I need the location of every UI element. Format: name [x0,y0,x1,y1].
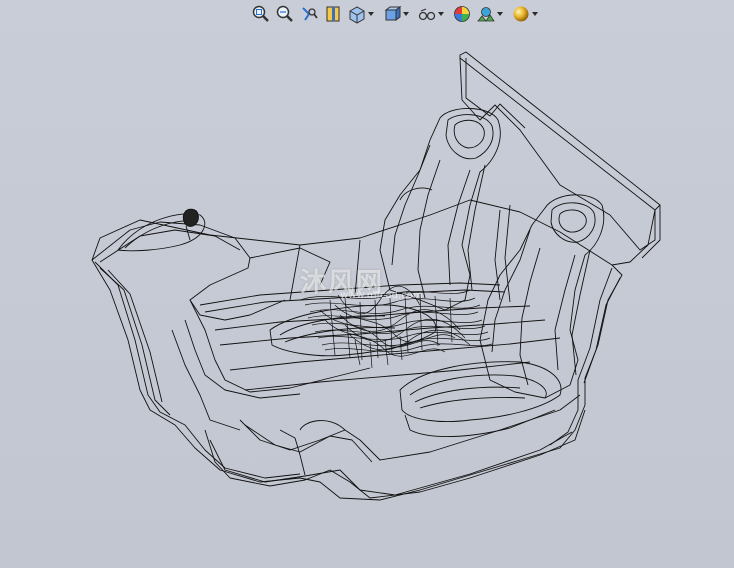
left-seat [379,108,501,311]
right-seat-cushion [399,361,562,422]
rear-bulkhead [459,51,661,211]
left-front-box [91,221,286,321]
shifter-knob [182,208,199,227]
graphics-viewport[interactable]: 沐风网 www.mfcad.com [0,0,734,568]
watermark-url: www.mfcad.com [340,290,423,301]
